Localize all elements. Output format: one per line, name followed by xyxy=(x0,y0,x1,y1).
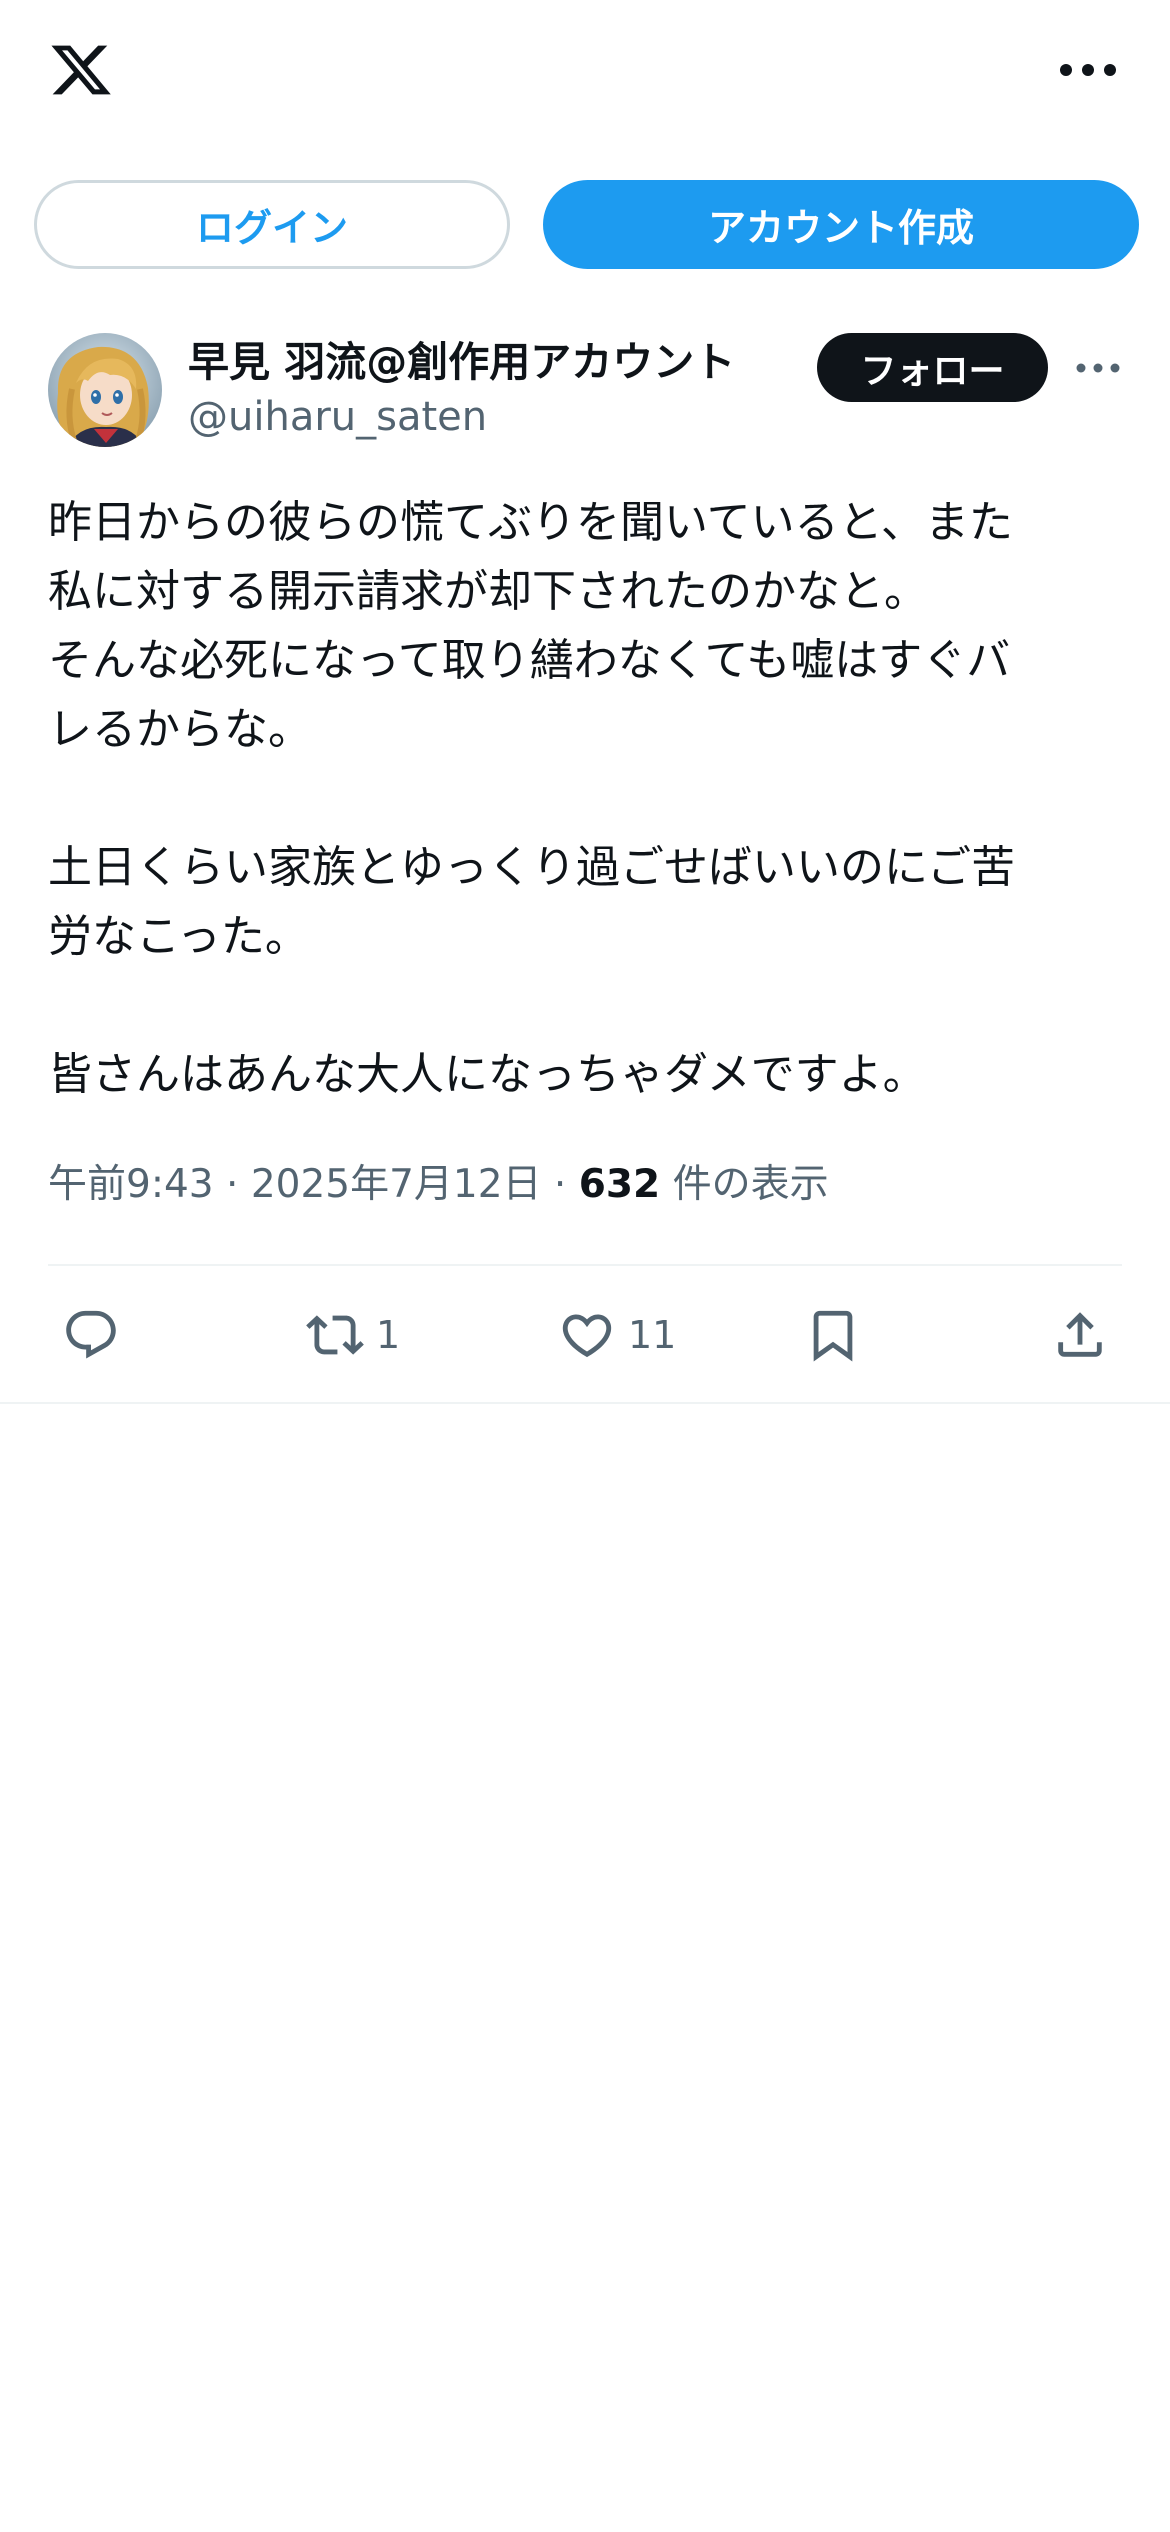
post-text: 昨日からの彼らの慌てぶりを聞いていると、また 私に対する開示請求が却下されたのか… xyxy=(48,488,1128,1109)
meta-separator: · xyxy=(553,1162,567,1207)
heart-icon xyxy=(558,1306,616,1364)
create-account-button[interactable]: アカウント作成 xyxy=(543,180,1139,269)
divider xyxy=(0,1402,1170,1404)
repost-button[interactable]: 1 xyxy=(306,1300,400,1370)
post-date[interactable]: 2025年7月12日 xyxy=(251,1162,542,1207)
divider xyxy=(48,1264,1122,1266)
post-text-line: 土日くらい家族とゆっくり過ごせばいいのにご苦 xyxy=(48,842,1016,893)
reply-button[interactable] xyxy=(62,1300,120,1370)
avatar[interactable] xyxy=(48,333,162,447)
repost-count: 1 xyxy=(376,1313,401,1357)
post-more-icon[interactable] xyxy=(1075,358,1121,378)
meta-separator: · xyxy=(226,1162,239,1207)
post-text-line xyxy=(48,764,1128,833)
action-bar: 1 11 xyxy=(0,1300,1170,1370)
post-text-line: 私に対する開示請求が却下されたのかなと。 xyxy=(48,566,928,617)
login-button[interactable]: ログイン xyxy=(34,180,510,269)
follow-button[interactable]: フォロー xyxy=(817,333,1048,402)
post-text-line: レるからな。 xyxy=(48,704,312,755)
post-text-line xyxy=(48,971,1128,1040)
post-text-line: 皆さんはあんな大人になっちゃダメですよ。 xyxy=(48,1049,927,1100)
views-count: 632 xyxy=(578,1162,661,1207)
bookmark-icon xyxy=(804,1306,862,1364)
like-count: 11 xyxy=(628,1313,677,1357)
post-text-line: そんな必死になって取り繕わなくても嘘はすぐバ xyxy=(48,635,1011,686)
post-time[interactable]: 午前9:43 xyxy=(48,1162,214,1207)
post-metadata: 午前9:43 · 2025年7月12日 · 632 件の表示 xyxy=(48,1160,829,1210)
share-icon xyxy=(1051,1306,1109,1364)
bookmark-button[interactable] xyxy=(804,1300,862,1370)
top-bar xyxy=(0,0,1170,150)
author-display-name[interactable]: 早見 羽流@創作用アカウント xyxy=(188,328,735,388)
post-text-line: 昨日からの彼らの慌てぶりを聞いていると、また xyxy=(48,497,1013,548)
views-label: 件の表示 xyxy=(672,1162,829,1207)
author-handle[interactable]: @uiharu_saten xyxy=(188,394,487,440)
like-button[interactable]: 11 xyxy=(558,1300,676,1370)
x-logo-icon[interactable] xyxy=(48,40,114,100)
share-button[interactable] xyxy=(1051,1300,1109,1370)
post-text-line: 労なこった。 xyxy=(48,911,309,962)
repost-icon xyxy=(306,1306,364,1364)
more-horizontal-icon[interactable] xyxy=(1058,55,1118,85)
reply-icon xyxy=(62,1306,120,1364)
